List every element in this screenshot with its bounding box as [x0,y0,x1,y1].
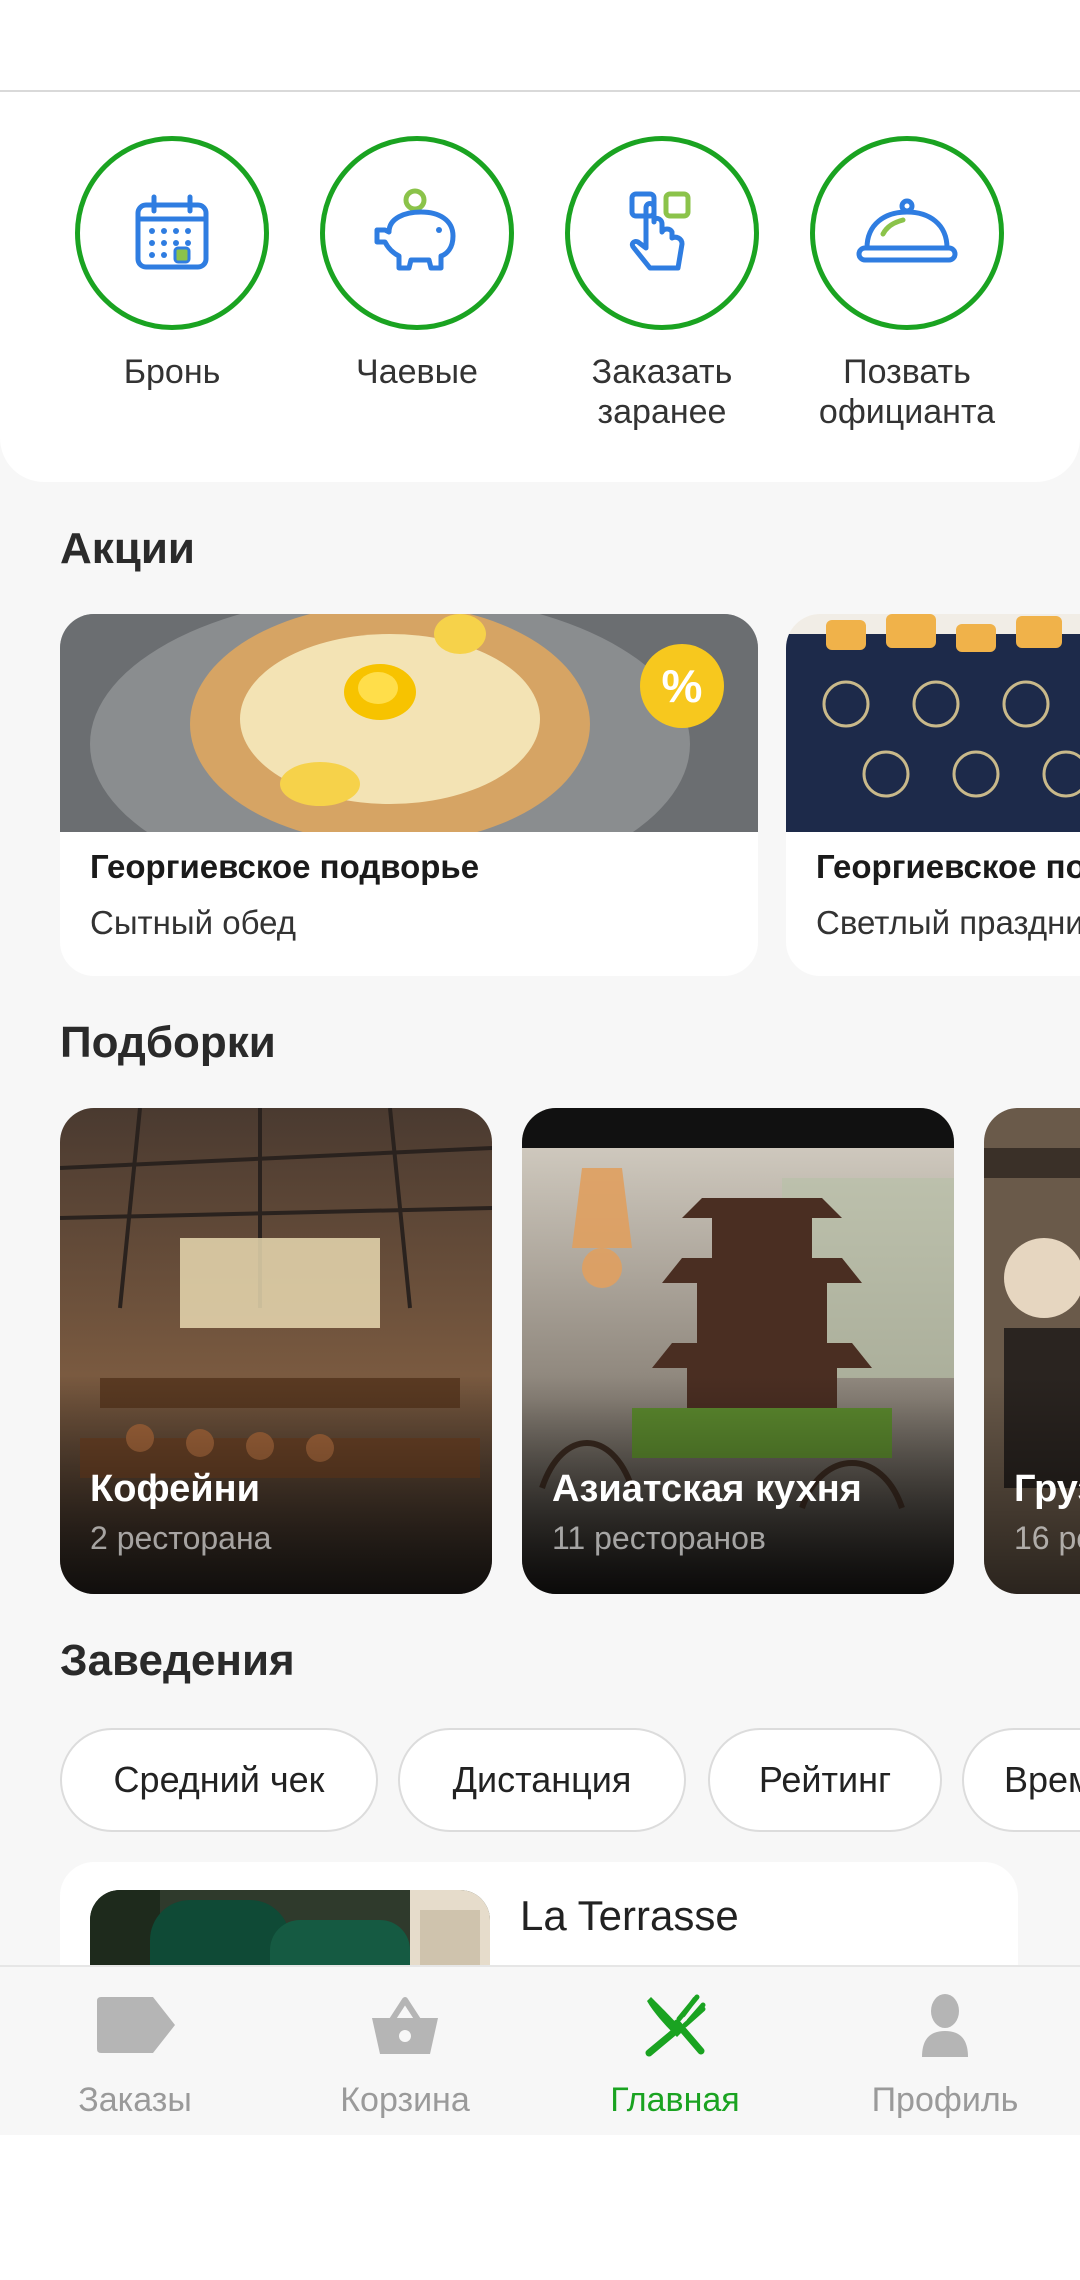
filter-chip-distance[interactable]: Дистанция [398,1728,686,1832]
quick-action-label: Чаевые [356,353,478,391]
filter-chip-rating[interactable]: Рейтинг [708,1728,942,1832]
quick-action-call-waiter[interactable]: Позвать официанта [807,136,1007,432]
nav-label: Корзина [340,2081,470,2119]
collection-name: Кофейни [90,1468,260,1510]
nav-label: Профиль [871,2081,1019,2119]
calendar-icon [135,194,209,270]
nav-orders[interactable]: Заказы [0,1985,270,2120]
home-screen: Бронь Чаевые Заказать заранее Позвать оф… [0,92,1080,1965]
nav-cart[interactable]: Корзина [270,1985,540,2120]
quick-action-booking[interactable]: Бронь [72,136,272,392]
top-app-bar [0,0,1080,92]
venue-image [90,1890,490,1965]
collection-name: Грузинская кухня [1014,1468,1080,1510]
quick-action-circle [810,136,1004,330]
collection-card-asian[interactable]: Азиатская кухня 11 ресторанов [522,1108,954,1594]
quick-action-label: Заказать заранее [591,353,733,431]
basket-icon [372,1997,438,2054]
promo-subtitle: Сытный обед [90,904,296,941]
collection-count: 11 ресторанов [552,1520,766,1556]
nav-profile[interactable]: Профиль [810,1985,1080,2120]
promo-image: % [60,614,758,832]
person-icon [922,1994,968,2057]
collection-count: 16 ресторанов [1014,1520,1080,1556]
discount-badge-text: % [662,660,703,712]
filter-chip-time[interactable]: Время [962,1728,1080,1832]
promo-restaurant-name: Георгиевское подворье [816,848,1080,885]
bottom-navigation: Заказы Корзина Главная Профиль [0,1965,1080,2135]
quick-action-circle [565,136,759,330]
collection-card-coffee[interactable]: Кофейни 2 ресторана [60,1108,492,1594]
collection-name: Азиатская кухня [552,1468,862,1510]
filter-chip-avg-check[interactable]: Средний чек [60,1728,378,1832]
promo-card[interactable]: Георгиевское подворье Светлый праздник [786,614,1080,976]
section-title-venues: Заведения [60,1636,295,1685]
quick-action-tips[interactable]: Чаевые [317,136,517,392]
promo-image [786,614,1080,832]
venue-name: La Terrasse [520,1892,739,1939]
nav-label: Главная [610,2081,740,2119]
quick-action-label: Позвать официанта [818,353,996,431]
promo-card[interactable]: % Георгиевское подворье Сытный обед [60,614,758,976]
system-area [0,2135,1080,2280]
nav-home[interactable]: Главная [540,1985,810,2120]
collection-count: 2 ресторана [90,1520,272,1556]
fork-knife-icon [645,1994,706,2057]
cloche-icon [856,198,958,263]
piggy-bank-icon [374,188,456,271]
quick-actions-card: Бронь Чаевые Заказать заранее Позвать оф… [0,92,1080,482]
quick-action-circle [320,136,514,330]
section-title-promos: Акции [60,524,195,573]
quick-action-preorder[interactable]: Заказать заранее [562,136,762,432]
venue-card[interactable]: La Terrasse [60,1862,1018,1965]
tag-icon [97,1997,175,2053]
nav-label: Заказы [78,2081,192,2119]
promo-subtitle: Светлый праздник [816,904,1080,941]
section-title-collections: Подборки [60,1018,276,1067]
promo-restaurant-name: Георгиевское подворье [90,848,480,885]
quick-action-label: Бронь [123,353,221,391]
quick-action-circle [75,136,269,330]
collection-card-georgian[interactable]: Грузинская кухня 16 ресторанов [984,1108,1080,1594]
tap-order-icon [629,191,691,271]
